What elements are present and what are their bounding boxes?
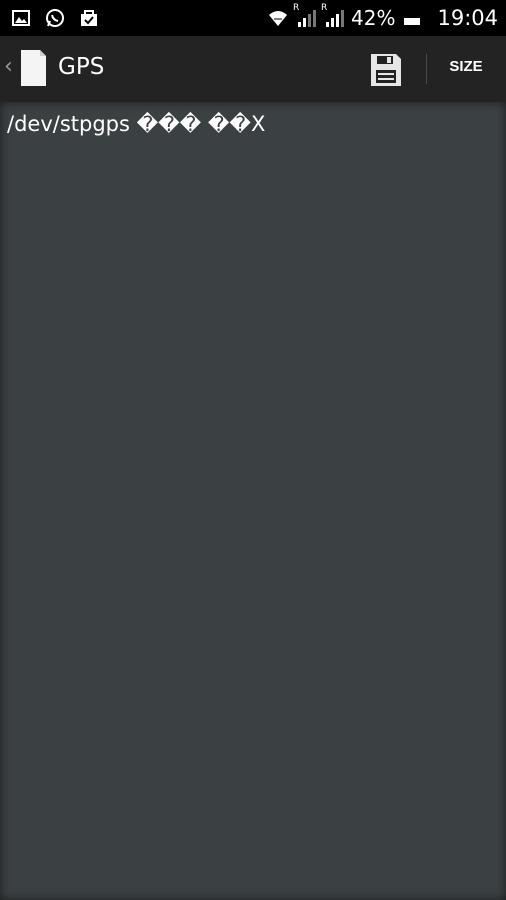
size-button[interactable]: SIZE bbox=[436, 58, 496, 75]
image-icon bbox=[10, 7, 32, 29]
action-bar: ‹ GPS SIZE bbox=[0, 36, 506, 102]
shopping-bag-icon bbox=[78, 7, 100, 29]
document-icon[interactable] bbox=[18, 48, 48, 88]
text-viewer[interactable]: /dev/stpgps ��� ��X bbox=[0, 102, 506, 900]
clock: 19:04 bbox=[437, 6, 498, 30]
system-icons: R R 42% 19:04 bbox=[267, 0, 498, 36]
signal-icon: R bbox=[321, 3, 345, 29]
roaming-indicator: R bbox=[293, 3, 300, 13]
battery-icon bbox=[401, 7, 423, 29]
battery-percentage: 42% bbox=[351, 6, 396, 30]
status-bar: R R 42% 19:04 bbox=[0, 0, 506, 36]
save-button[interactable] bbox=[366, 50, 406, 90]
page-title: GPS bbox=[58, 54, 105, 80]
notification-icons bbox=[10, 0, 100, 36]
signal-icon: R bbox=[293, 3, 317, 29]
file-content-text[interactable]: /dev/stpgps ��� ��X bbox=[7, 112, 265, 136]
chevron-left-icon[interactable]: ‹ bbox=[4, 56, 13, 78]
roaming-indicator: R bbox=[321, 3, 328, 13]
whatsapp-icon bbox=[44, 7, 66, 29]
save-icon bbox=[371, 54, 401, 86]
action-divider bbox=[426, 54, 427, 84]
wifi-icon bbox=[267, 7, 289, 29]
